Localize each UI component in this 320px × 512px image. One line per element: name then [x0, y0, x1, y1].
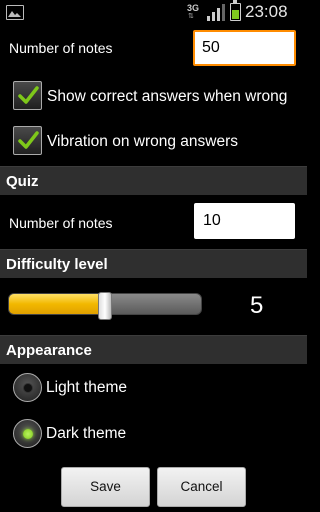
quiz-section-header: Quiz: [0, 166, 307, 195]
radio-selected-dot: [23, 429, 33, 439]
difficulty-value: 5: [250, 292, 264, 319]
appearance-section-header: Appearance: [0, 335, 307, 364]
network-type: 3G: [187, 3, 200, 13]
difficulty-slider-thumb[interactable]: [98, 292, 112, 320]
radio-unselected-dot: [23, 383, 33, 393]
cancel-button[interactable]: Cancel: [157, 467, 246, 507]
show-correct-answers-label: Show correct answers when wrong: [47, 88, 288, 105]
dark-theme-radio[interactable]: [13, 419, 42, 448]
number-of-notes-input[interactable]: 50: [193, 30, 296, 66]
light-theme-radio[interactable]: [13, 373, 42, 402]
data-arrows-icon: ⇅: [188, 13, 194, 20]
show-correct-answers-checkbox[interactable]: [13, 81, 42, 110]
difficulty-header-title: Difficulty level: [6, 256, 108, 273]
quiz-number-of-notes-label: Number of notes: [9, 215, 113, 231]
checkmark-icon: [18, 131, 39, 149]
dark-theme-label: Dark theme: [46, 425, 127, 442]
difficulty-slider-fill: [9, 294, 106, 314]
battery-icon: [230, 0, 241, 21]
clock: 23:08: [245, 2, 288, 21]
vibration-label: Vibration on wrong answers: [47, 133, 238, 150]
quiz-number-of-notes-input[interactable]: 10: [194, 203, 295, 239]
gallery-icon: [6, 5, 24, 20]
difficulty-section-header: Difficulty level: [0, 249, 307, 278]
save-button[interactable]: Save: [61, 467, 150, 507]
quiz-header-title: Quiz: [6, 173, 39, 190]
status-bar: 3G ⇅ 23:08: [0, 0, 307, 25]
vibration-checkbox[interactable]: [13, 126, 42, 155]
button-bar: [0, 460, 307, 512]
signal-icon: [207, 4, 225, 21]
appearance-header-title: Appearance: [6, 342, 92, 359]
light-theme-label: Light theme: [46, 379, 127, 396]
number-of-notes-label: Number of notes: [9, 40, 113, 56]
checkmark-icon: [18, 86, 39, 104]
